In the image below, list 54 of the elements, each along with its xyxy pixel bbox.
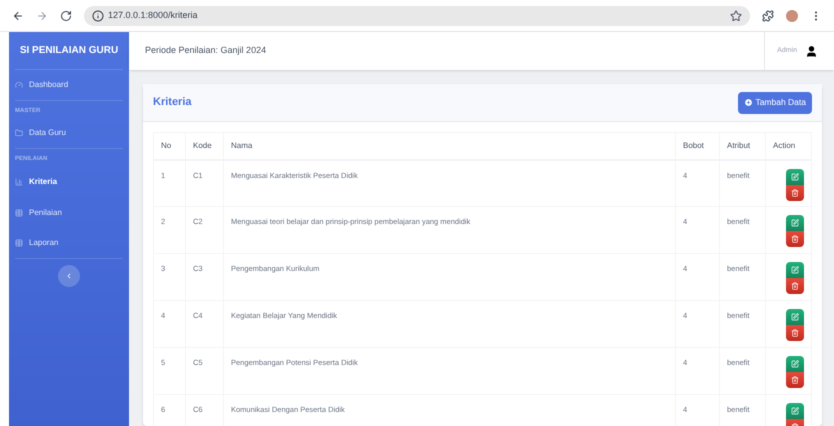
plus-icon	[744, 98, 754, 107]
sidebar-item[interactable]: Kriteria	[15, 166, 123, 197]
bar-chart-icon	[15, 178, 23, 186]
column-header: Bobot	[676, 132, 720, 160]
forward-icon[interactable]	[36, 10, 48, 22]
url-text: 127.0.0.1:8000/kriteria	[108, 8, 198, 22]
add-data-button[interactable]: Tambah Data	[738, 92, 812, 114]
extensions-icon[interactable]	[762, 10, 774, 22]
profile-avatar[interactable]	[786, 10, 798, 22]
delete-button[interactable]	[786, 184, 804, 200]
delete-button[interactable]	[786, 325, 804, 341]
edit-icon	[791, 266, 799, 274]
delete-button[interactable]	[786, 231, 804, 247]
trash-icon	[791, 188, 799, 196]
card-title: Kriteria	[153, 95, 192, 110]
folder-icon	[15, 129, 23, 137]
edit-icon	[791, 219, 799, 227]
site-info-icon[interactable]	[92, 10, 104, 22]
trash-icon	[791, 282, 799, 290]
column-header: Nama	[224, 132, 676, 160]
column-header: Atribut	[720, 132, 766, 160]
edit-icon	[791, 360, 799, 368]
sidebar-item[interactable]: Data Guru	[15, 118, 123, 149]
sidebar-item[interactable]: Penilaian	[15, 197, 123, 228]
edit-icon	[791, 407, 799, 415]
bookmark-icon[interactable]	[730, 10, 742, 22]
edit-button[interactable]	[786, 403, 804, 419]
trash-icon	[791, 235, 799, 243]
reload-icon[interactable]	[60, 10, 72, 22]
address-bar[interactable]: 127.0.0.1:8000/kriteria	[84, 6, 750, 26]
edit-button[interactable]	[786, 262, 804, 278]
brand-title[interactable]: SI PENILAIAN GURU	[15, 32, 123, 70]
sidebar-item[interactable]: Dashboard	[15, 70, 123, 101]
delete-button[interactable]	[786, 278, 804, 294]
sidebar-item[interactable]: Laporan	[15, 228, 123, 259]
trash-icon	[791, 329, 799, 337]
gauge-icon	[15, 81, 23, 89]
trash-icon	[791, 376, 799, 384]
delete-button[interactable]	[786, 372, 804, 388]
table-icon	[15, 208, 23, 216]
edit-icon	[791, 313, 799, 321]
edit-icon	[791, 172, 799, 180]
edit-button[interactable]	[786, 168, 804, 184]
edit-button[interactable]	[786, 356, 804, 372]
back-icon[interactable]	[12, 10, 24, 22]
period-label: Periode Penilaian: Ganjil 2024	[145, 44, 266, 58]
column-header: Action	[766, 132, 812, 160]
column-header: No	[154, 132, 186, 160]
column-header: Kode	[186, 132, 224, 160]
edit-button[interactable]	[786, 309, 804, 325]
user-icon[interactable]	[805, 44, 818, 58]
chevron-left-icon	[65, 272, 73, 280]
table-icon	[15, 239, 23, 247]
edit-button[interactable]	[786, 215, 804, 231]
